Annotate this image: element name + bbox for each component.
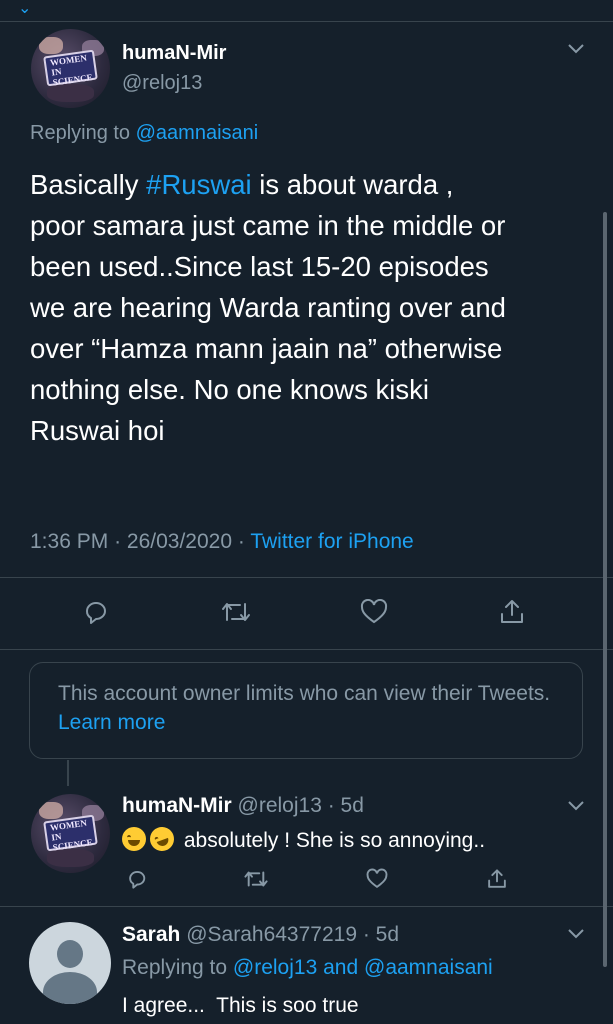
reply-header: humaN-Mir @reloj13 · 5d — [122, 794, 364, 818]
reply-author-avatar[interactable]: WOMEN IN SCIENCE — [31, 794, 110, 873]
retweet-icon — [244, 871, 268, 887]
rolling-on-floor-laughing-icon — [146, 823, 178, 855]
avatar-sign-text: WOMEN IN SCIENCE — [49, 817, 94, 853]
tweet-date: 26/03/2020 — [126, 530, 233, 553]
replying-to-line: Replying to @aamnaisani — [30, 122, 258, 145]
share-icon — [501, 600, 523, 623]
like-button[interactable] — [361, 864, 393, 894]
scrollbar[interactable] — [603, 212, 607, 967]
like-button[interactable] — [358, 597, 390, 627]
reply-author-handle[interactable]: @reloj13 — [238, 794, 322, 817]
divider — [0, 649, 613, 650]
notice-text: This account owner limits who can view t… — [58, 682, 551, 705]
reply2-header: Sarah @Sarah64377219 · 5d — [122, 923, 399, 947]
tweet-text-start: Basically — [30, 169, 147, 200]
reply2-body: I agree... This is soo true — [122, 994, 359, 1017]
hashtag-link[interactable]: #Ruswai — [146, 169, 251, 200]
reply-options-chevron-icon[interactable] — [568, 801, 584, 815]
heart-icon — [360, 599, 388, 624]
tweet-text-rest: is about warda , poor samara just came i… — [30, 169, 506, 446]
reply-age: · 5d — [327, 794, 364, 817]
divider — [0, 906, 613, 907]
retweet-icon — [222, 603, 250, 621]
divider — [0, 577, 613, 578]
replying-to-label: Replying to — [122, 956, 228, 979]
reply-icon — [129, 871, 146, 889]
replying-to-link[interactable]: @aamnaisani — [136, 122, 259, 144]
author-name[interactable]: humaN-Mir — [122, 42, 226, 65]
share-button[interactable] — [481, 864, 513, 894]
reply-button[interactable] — [122, 864, 154, 894]
tweet-body: Basically #Ruswai is about warda , poor … — [30, 164, 600, 451]
replying-to-label: Replying to — [30, 122, 131, 144]
reply2-replying-to: Replying to @reloj13 and @aamnaisani — [122, 956, 493, 980]
limited-visibility-notice: This account owner limits who can view t… — [29, 662, 583, 759]
default-avatar[interactable] — [29, 922, 111, 1004]
author-handle[interactable]: @reloj13 — [122, 72, 202, 95]
reply-author-name[interactable]: humaN-Mir — [122, 794, 232, 817]
top-bar: ⌄ — [0, 0, 613, 22]
face-with-tears-of-joy-icon — [122, 827, 146, 851]
meta-separator: · — [237, 530, 245, 553]
retweet-button[interactable] — [220, 597, 252, 627]
reply2-options-chevron-icon[interactable] — [568, 929, 584, 943]
meta-separator: · — [114, 530, 122, 553]
reply-button[interactable] — [81, 597, 113, 627]
learn-more-link[interactable]: Learn more — [58, 711, 165, 734]
tweet-options-chevron-icon[interactable] — [568, 44, 584, 58]
thread-connector-line — [67, 760, 69, 786]
reply-icon — [86, 602, 106, 624]
main-tweet-actions — [0, 597, 613, 627]
retweet-button[interactable] — [240, 864, 272, 894]
replying-to-link[interactable]: @aamnaisani — [364, 956, 493, 979]
reply-text: absolutely ! She is so annoying.. — [183, 829, 486, 852]
tweet-source-link[interactable]: Twitter for iPhone — [250, 530, 413, 553]
avatar-sign-text: WOMEN IN SCIENCE — [49, 52, 94, 88]
heart-icon — [366, 868, 388, 889]
tweet-meta: 1:36 PM · 26/03/2020 · Twitter for iPhon… — [30, 530, 414, 554]
share-icon — [488, 869, 506, 888]
back-chevron-icon[interactable]: ⌄ — [18, 0, 31, 18]
author-avatar[interactable]: WOMEN IN SCIENCE — [31, 29, 110, 108]
reply-actions — [0, 864, 613, 894]
reply-body: absolutely ! She is so annoying.. — [122, 823, 486, 855]
reply2-author-handle[interactable]: @Sarah64377219 — [186, 923, 357, 946]
tweet-time: 1:36 PM — [30, 530, 109, 553]
replying-to-and: and — [323, 956, 359, 979]
reply2-author-name[interactable]: Sarah — [122, 923, 180, 946]
replying-to-link[interactable]: @reloj13 — [233, 956, 317, 979]
reply2-age: · 5d — [362, 923, 400, 946]
share-button[interactable] — [496, 597, 528, 627]
